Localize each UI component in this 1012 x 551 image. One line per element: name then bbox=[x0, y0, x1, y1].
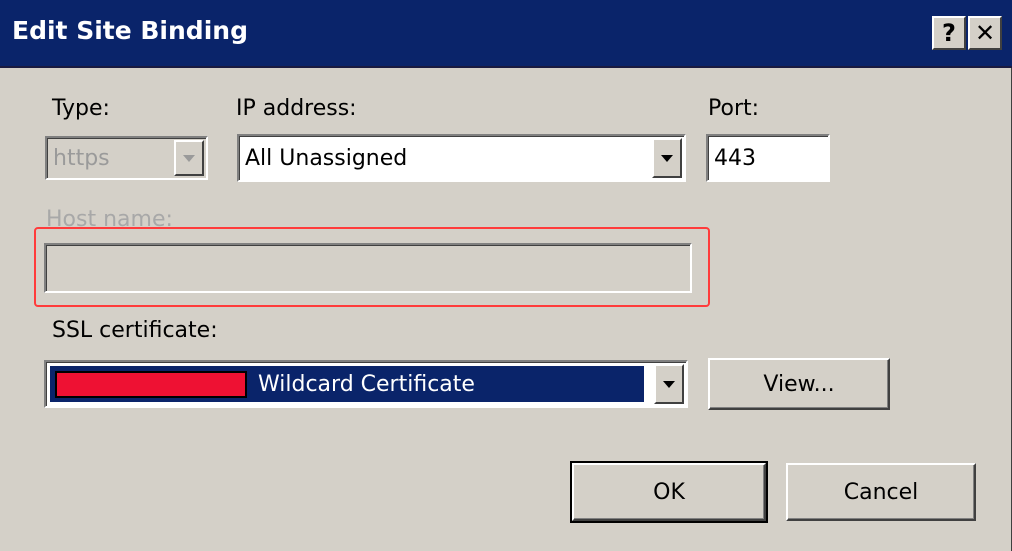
port-value: 443 bbox=[714, 145, 756, 171]
ip-address-dropdown[interactable]: All Unassigned bbox=[237, 134, 686, 182]
cancel-button[interactable]: Cancel bbox=[786, 463, 976, 521]
port-label: Port: bbox=[708, 96, 760, 121]
ok-button-label: OK bbox=[653, 479, 685, 505]
view-button[interactable]: View... bbox=[708, 358, 890, 410]
help-icon: ? bbox=[942, 19, 956, 47]
type-dropdown: https bbox=[45, 136, 208, 180]
type-label: Type: bbox=[52, 96, 110, 121]
type-value: https bbox=[53, 145, 110, 171]
redacted-block bbox=[55, 371, 247, 398]
ssl-certificate-value: Wildcard Certificate bbox=[258, 371, 475, 397]
ok-button[interactable]: OK bbox=[570, 461, 768, 523]
ip-address-value: All Unassigned bbox=[245, 145, 408, 171]
edit-site-binding-dialog: Edit Site Binding ? ✕ Type: https IP add… bbox=[0, 0, 1012, 551]
ip-address-label: IP address: bbox=[236, 96, 357, 121]
close-icon: ✕ bbox=[974, 19, 996, 47]
chevron-down-icon bbox=[183, 155, 195, 162]
chevron-down-icon bbox=[661, 155, 673, 162]
ssl-certificate-label: SSL certificate: bbox=[52, 318, 218, 343]
window-title: Edit Site Binding bbox=[12, 16, 248, 45]
close-button[interactable]: ✕ bbox=[968, 16, 1002, 50]
help-button[interactable]: ? bbox=[932, 16, 966, 50]
title-bar: Edit Site Binding ? ✕ bbox=[0, 0, 1012, 68]
ssl-certificate-dropdown-arrow[interactable] bbox=[654, 364, 684, 404]
port-input[interactable]: 443 bbox=[706, 134, 830, 182]
host-name-highlight bbox=[34, 227, 710, 307]
view-button-label: View... bbox=[763, 371, 835, 397]
chevron-down-icon bbox=[663, 381, 675, 388]
cancel-button-label: Cancel bbox=[843, 479, 919, 505]
type-dropdown-arrow bbox=[174, 140, 204, 176]
ip-address-dropdown-arrow[interactable] bbox=[652, 138, 682, 178]
